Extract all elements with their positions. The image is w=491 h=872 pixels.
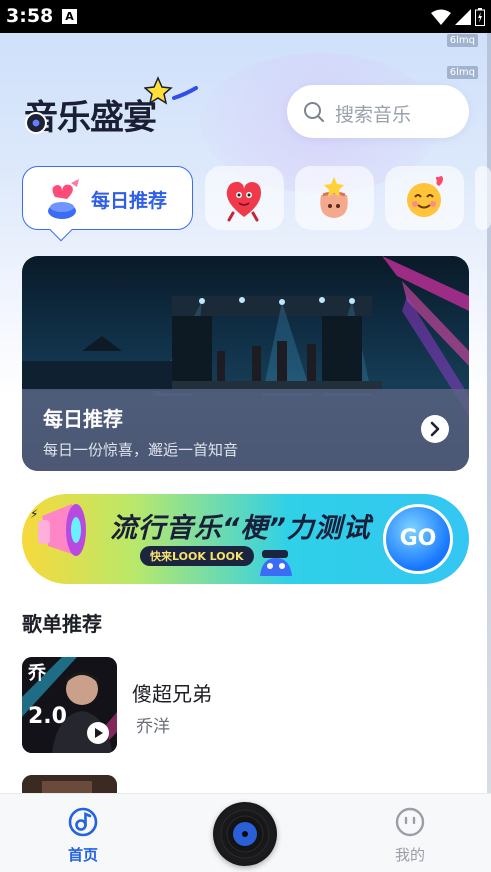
category-label: 每日推荐	[91, 190, 168, 212]
category-smile-chip[interactable]	[385, 166, 464, 230]
status-time: 3:58	[6, 5, 54, 27]
svg-text:乔: 乔	[27, 663, 47, 684]
vinyl-disc-icon	[220, 809, 270, 859]
playlist-item[interactable]: 乔 2.0 傻超兄弟 乔洋	[22, 657, 469, 753]
go-label: GO	[399, 526, 437, 551]
cap-character-icon	[260, 550, 292, 576]
watermark-bottom: 6lmq	[446, 66, 478, 79]
search-box[interactable]: 搜索音乐	[287, 85, 469, 138]
smiling-face-icon	[407, 176, 443, 217]
playlist-artist: 乔洋	[136, 717, 170, 737]
nav-mine-label: 我的	[394, 846, 425, 864]
signal-icon	[455, 9, 471, 25]
album-art-partial	[22, 775, 117, 793]
search-icon	[304, 102, 324, 122]
search-placeholder: 搜索音乐	[335, 104, 412, 126]
music-quiz-promo[interactable]: ⚡ 流行音乐“梗”力测试 快来LOOK LOOK GO	[22, 494, 469, 584]
nav-mine[interactable]: 我的	[385, 806, 435, 865]
lucky-bag-icon	[320, 177, 348, 218]
promo-title: 流行音乐“梗”力测试	[110, 513, 371, 544]
banner-title: 每日推荐	[43, 407, 123, 431]
edge-strip	[487, 33, 491, 793]
svg-text:⚡: ⚡	[30, 507, 38, 521]
app-logo: 音乐盛宴	[24, 76, 198, 140]
chevron-right-icon[interactable]	[421, 415, 449, 443]
banner-subtitle: 每日一份惊喜，邂逅一首知音	[43, 441, 239, 459]
play-icon[interactable]	[86, 721, 110, 745]
banner-caption: 每日推荐 每日一份惊喜，邂逅一首知音	[22, 389, 469, 471]
playlist-cover: 乔 2.0	[22, 657, 117, 753]
music-note-icon	[68, 807, 98, 837]
megaphone-icon: ⚡	[30, 504, 86, 556]
category-heart-chip[interactable]	[205, 166, 284, 230]
category-lucky-bag-chip[interactable]	[295, 166, 374, 230]
playlist-item-partial[interactable]	[22, 775, 117, 793]
daily-recommend-banner[interactable]: 每日推荐 每日一份惊喜，邂逅一首知音	[22, 256, 469, 471]
go-button[interactable]: GO	[383, 504, 453, 574]
notification-a-icon: A	[62, 9, 77, 24]
player-disc-button[interactable]	[213, 802, 277, 866]
profile-face-icon	[395, 807, 425, 837]
wifi-icon	[431, 9, 451, 25]
status-bar: 3:58 A	[0, 0, 491, 33]
category-daily-recommend[interactable]: 每日推荐	[22, 166, 193, 242]
status-icons	[431, 6, 485, 28]
battery-icon	[475, 8, 485, 26]
nav-home[interactable]: 首页	[58, 806, 108, 865]
nav-home-label: 首页	[67, 846, 98, 864]
star-icon	[144, 76, 198, 105]
heart-character-icon	[226, 181, 261, 222]
playlist-title: 傻超兄弟	[132, 682, 212, 706]
gift-heart-icon	[48, 179, 79, 219]
watermark-top: 6lmq	[446, 34, 478, 47]
svg-text:2.0: 2.0	[28, 704, 67, 729]
logo-disc-icon	[25, 112, 47, 134]
promo-pill: 快来LOOK LOOK	[140, 546, 254, 566]
bottom-navigation: 首页 我的	[0, 793, 491, 872]
category-more-chip[interactable]	[475, 166, 491, 230]
section-title-playlist: 歌单推荐	[22, 612, 102, 636]
